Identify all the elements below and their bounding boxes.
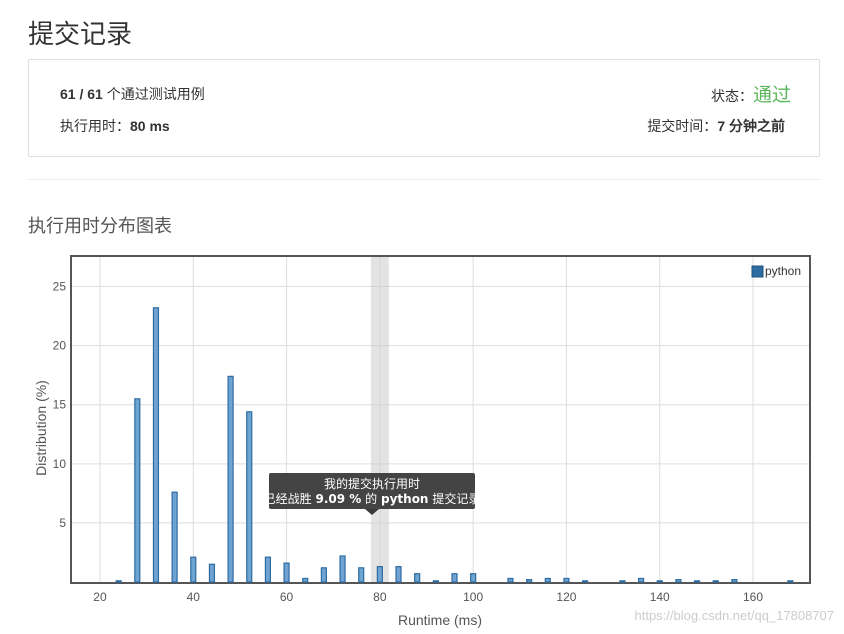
y-axis-title: Distribution (%) bbox=[33, 380, 49, 476]
tooltip-mid: 的 bbox=[365, 491, 377, 506]
runtime-tooltip: 我的提交执行用时 已经战胜 9.09 % 的 python 提交记录 bbox=[264, 473, 481, 515]
x-tick-label: 40 bbox=[187, 590, 201, 604]
bar-108ms[interactable] bbox=[507, 577, 514, 583]
runtime-label: 执行用时： bbox=[60, 118, 130, 134]
chart-section-title: 执行用时分布图表 bbox=[28, 216, 172, 236]
tooltip-line2: 已经战胜 9.09 % 的 python 提交记录 bbox=[264, 491, 481, 506]
legend-swatch bbox=[751, 265, 764, 278]
bar-84ms[interactable] bbox=[395, 566, 402, 583]
submit-time-value: 7 分钟之前 bbox=[717, 118, 785, 134]
submit-time-label: 提交时间： bbox=[647, 118, 718, 134]
y-tick-label: 15 bbox=[53, 398, 67, 412]
bar-80ms[interactable] bbox=[376, 566, 383, 583]
submission-summary-panel: 61 / 61 个通过测试用例 执行用时：80 ms 状态：通过 提交时间：7 … bbox=[28, 59, 820, 157]
bar-156ms[interactable] bbox=[731, 579, 738, 583]
bar-120ms[interactable] bbox=[563, 577, 570, 583]
x-axis-title: Runtime (ms) bbox=[398, 612, 482, 628]
submit-time-info: 提交时间：7 分钟之前 bbox=[647, 116, 785, 136]
watermark: https://blog.csdn.net/qq_17808707 bbox=[635, 608, 835, 623]
bar-76ms[interactable] bbox=[358, 567, 365, 583]
bar-40ms[interactable] bbox=[190, 556, 197, 583]
tooltip-suffix: 提交记录 bbox=[432, 491, 480, 506]
x-tick-labels: 20 40 60 80 100 120 140 160 bbox=[93, 590, 763, 604]
x-tick-label: 60 bbox=[280, 590, 294, 604]
bar-48ms[interactable] bbox=[227, 375, 234, 583]
x-tick-label: 20 bbox=[93, 590, 107, 604]
bar-116ms[interactable] bbox=[544, 577, 551, 583]
bar-92ms[interactable] bbox=[432, 580, 439, 583]
bar-168ms[interactable] bbox=[787, 580, 794, 583]
bar-100ms[interactable] bbox=[470, 573, 477, 583]
y-tick-label: 25 bbox=[53, 280, 67, 294]
x-tick-label: 100 bbox=[463, 590, 483, 604]
plot-area bbox=[70, 255, 811, 584]
bar-60ms[interactable] bbox=[283, 562, 290, 583]
x-tick-label: 120 bbox=[556, 590, 576, 604]
y-tick-labels: 5 10 15 20 25 bbox=[53, 280, 67, 530]
my-runtime-highlight bbox=[370, 257, 389, 582]
tooltip-language: python bbox=[381, 492, 428, 506]
bar-136ms[interactable] bbox=[637, 577, 645, 583]
runtime-distribution-chart: 20 40 60 80 100 120 140 160 5 10 15 20 25 Runtime (… bbox=[33, 255, 835, 628]
x-tick-label: 80 bbox=[373, 590, 387, 604]
bar-72ms[interactable] bbox=[339, 555, 346, 583]
x-tick-label: 160 bbox=[743, 590, 763, 604]
bar-132ms[interactable] bbox=[619, 580, 626, 583]
bar-124ms[interactable] bbox=[582, 580, 589, 583]
bar-32ms[interactable] bbox=[152, 307, 160, 583]
bar-144ms[interactable] bbox=[675, 579, 682, 583]
status-label: 状态： bbox=[710, 88, 753, 104]
runtime-value: 80 ms bbox=[130, 118, 170, 134]
bar-88ms[interactable] bbox=[414, 573, 421, 583]
runtime-info: 执行用时：80 ms bbox=[60, 116, 170, 136]
tooltip-line1: 我的提交执行用时 bbox=[324, 476, 420, 491]
bar-152ms[interactable] bbox=[712, 580, 719, 583]
y-tick-label: 5 bbox=[59, 516, 66, 530]
bar-112ms[interactable] bbox=[526, 579, 533, 583]
bar-64ms[interactable] bbox=[302, 577, 309, 583]
bar-140ms[interactable] bbox=[656, 580, 663, 583]
status-value: 通过 bbox=[752, 85, 791, 106]
bar-56ms[interactable] bbox=[264, 556, 272, 583]
bar-28ms[interactable] bbox=[134, 398, 141, 583]
tests-count: 61 / 61 bbox=[60, 86, 103, 102]
legend[interactable]: python bbox=[751, 264, 801, 278]
section-divider bbox=[28, 179, 820, 180]
page-title: 提交记录 bbox=[28, 20, 133, 50]
bar-68ms[interactable] bbox=[320, 567, 327, 583]
bar-148ms[interactable] bbox=[693, 580, 701, 583]
tooltip-prefix: 已经战胜 bbox=[264, 491, 312, 506]
bar-52ms[interactable] bbox=[246, 411, 253, 583]
y-tick-label: 10 bbox=[53, 457, 67, 471]
bar-24ms[interactable] bbox=[115, 580, 122, 583]
bar-36ms[interactable] bbox=[171, 491, 178, 583]
x-tick-label: 140 bbox=[650, 590, 670, 604]
tooltip-percent: 9.09 % bbox=[316, 492, 362, 506]
bar-44ms[interactable] bbox=[208, 563, 216, 583]
tests-text: 个通过测试用例 bbox=[106, 86, 205, 102]
bar-96ms[interactable] bbox=[451, 573, 458, 583]
tests-passed: 61 / 61 个通过测试用例 bbox=[60, 84, 205, 104]
y-tick-label: 20 bbox=[53, 339, 67, 353]
status-info: 状态：通过 bbox=[711, 80, 791, 107]
legend-label: python bbox=[765, 264, 801, 278]
